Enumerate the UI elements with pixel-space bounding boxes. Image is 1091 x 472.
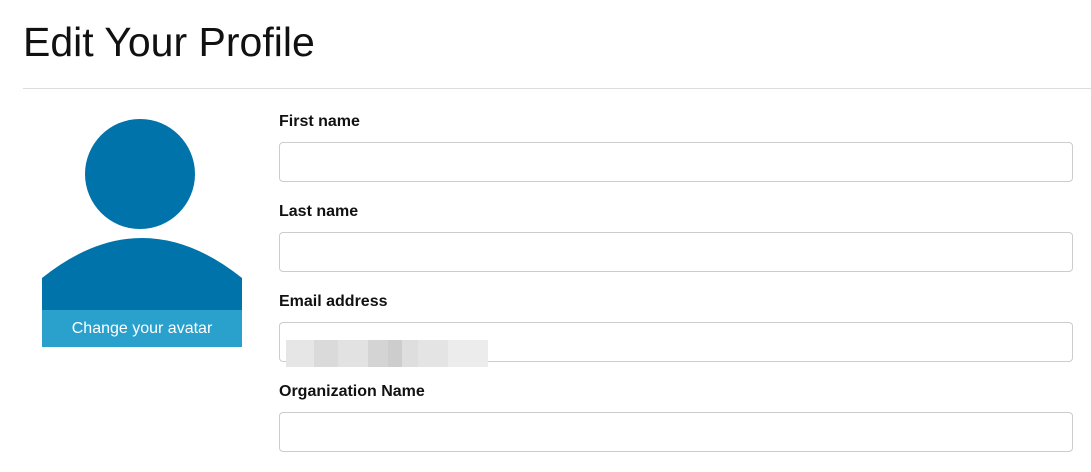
- user-silhouette-icon: [42, 119, 242, 310]
- last-name-field[interactable]: [279, 232, 1073, 272]
- page-title: Edit Your Profile: [23, 19, 315, 65]
- organization-name-field[interactable]: [279, 412, 1073, 452]
- first-name-label: First name: [279, 113, 360, 130]
- organization-label: Organization Name: [279, 383, 425, 400]
- title-divider: [23, 88, 1091, 89]
- avatar-panel: Change your avatar: [42, 118, 242, 347]
- last-name-label: Last name: [279, 203, 359, 220]
- change-avatar-button[interactable]: Change your avatar: [42, 310, 242, 347]
- email-label: Email address: [279, 293, 388, 310]
- profile-form: First name Last name Email address Organ…: [279, 112, 1073, 472]
- email-field[interactable]: [279, 322, 1073, 362]
- first-name-field[interactable]: [279, 142, 1073, 182]
